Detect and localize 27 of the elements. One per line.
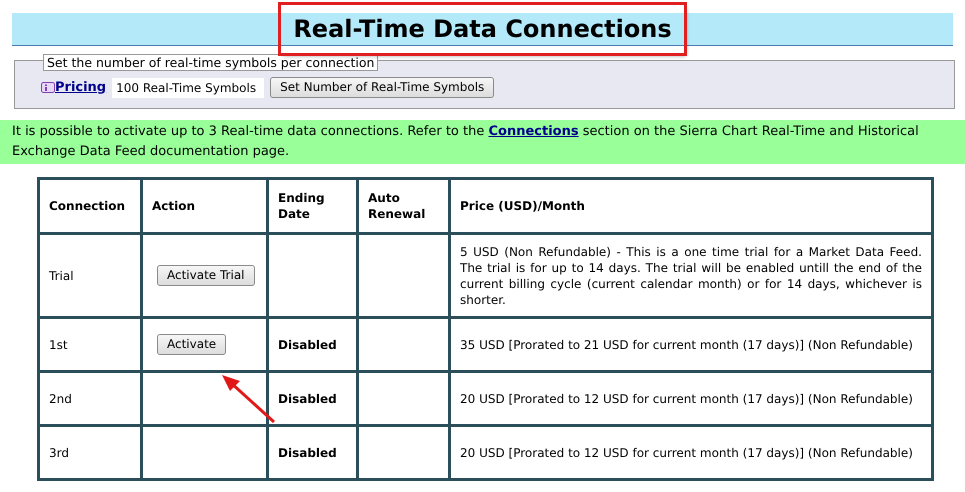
connection-name: 1st	[49, 338, 68, 352]
column-header: Auto Renewal	[368, 191, 426, 221]
activate-button[interactable]: Activate	[157, 334, 226, 355]
ending-date: Disabled	[278, 338, 337, 352]
pointer-arrow	[222, 375, 275, 424]
ending-date: Disabled	[278, 446, 337, 460]
column-header: Price (USD)/Month	[460, 199, 585, 213]
pricing-link[interactable]: Pricing	[55, 78, 106, 98]
connection-name: Trial	[49, 268, 74, 282]
page-title: Real-Time Data Connections	[281, 5, 684, 53]
symbols-field[interactable]: 100 Real-Time Symbols	[112, 78, 264, 98]
set-symbols-button[interactable]: Set Number of Real-Time Symbols	[270, 77, 494, 98]
price-description: 35 USD [Prorated to 21 USD for current month (17 days)] (Non Refundable)	[460, 336, 914, 352]
price-description: 20 USD [Prorated to 12 USD for current month (17 days)] (Non Refundable)	[460, 444, 914, 460]
connections-link[interactable]: Connections	[488, 124, 579, 139]
connection-name: 3rd	[49, 446, 69, 460]
info-icon	[41, 82, 55, 94]
column-header: Action	[152, 199, 196, 213]
column-header: Connection	[49, 199, 126, 213]
notice-text: It is possible to activate up to 3 Real-time data connections. Refer to the Connections section on the Sierra Chart Real-Time and Historical Exchange Data Feed documentation page.	[0, 120, 965, 164]
ending-date: Disabled	[278, 392, 337, 406]
column-header: Ending Date	[278, 191, 325, 221]
activate-button[interactable]: Activate Trial	[157, 265, 255, 286]
panel-legend: Set the number of real-time symbols per connection	[43, 54, 378, 71]
price-description: 20 USD [Prorated to 12 USD for current month (17 days)] (Non Refundable)	[460, 390, 914, 406]
price-description: 5 USD (Non Refundable) - This is a one time trial for a Market Data Feed. The trial is for up to 14 days. The trial will be enabled untill the end of the current billing cycle (current calendar month) or for 14 days, whichever is shorter.	[460, 244, 922, 308]
connection-name: 2nd	[49, 392, 72, 406]
